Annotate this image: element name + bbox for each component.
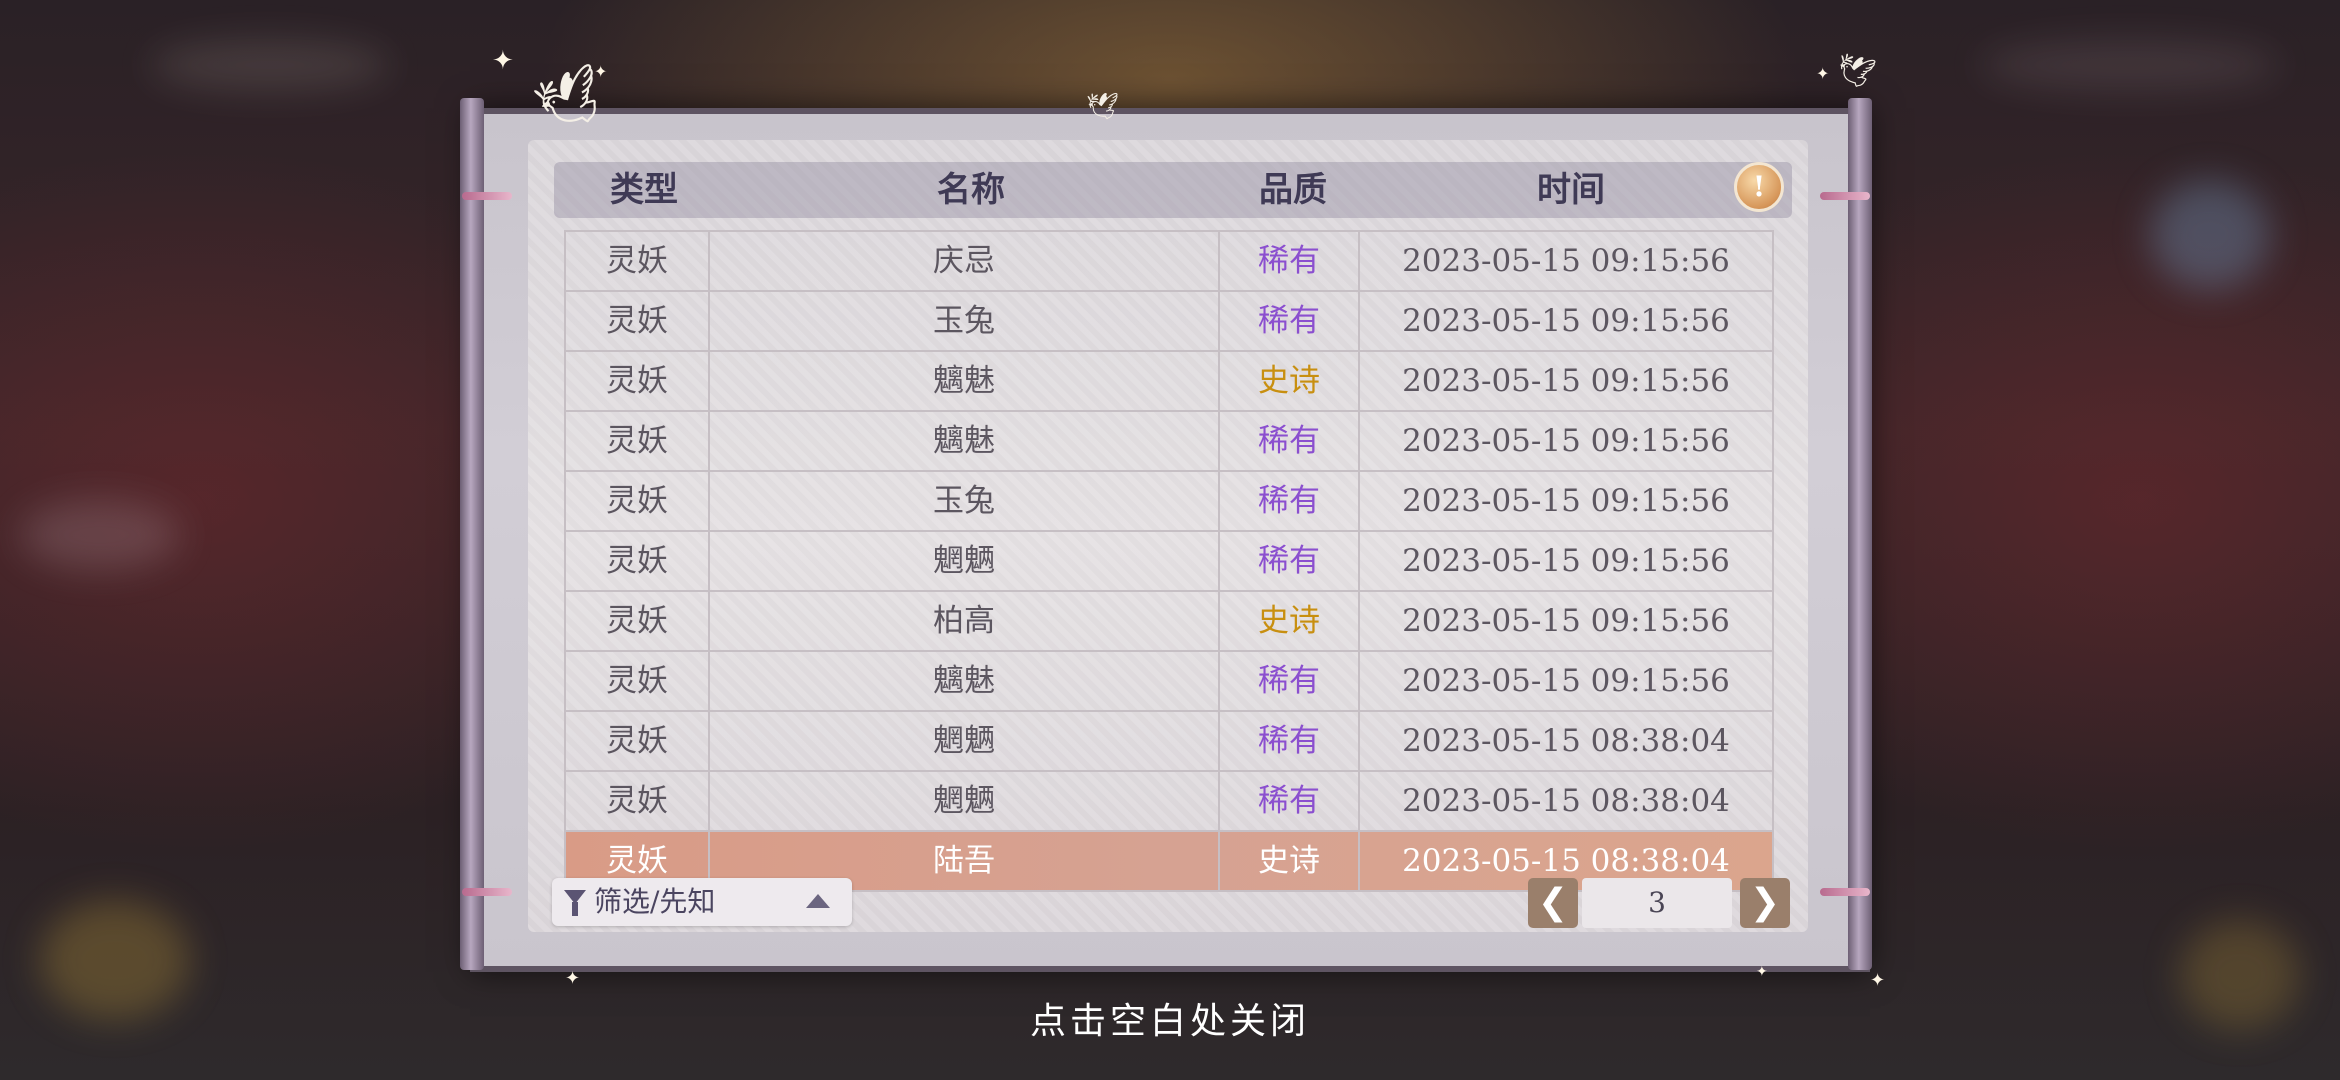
filter-icon (572, 902, 578, 916)
cell-type: 灵妖 (564, 352, 708, 410)
header-name: 名称 (937, 170, 1005, 210)
table-row[interactable]: 灵妖 魑魅 史诗 2023-05-15 09:15:56 (564, 352, 1774, 412)
info-button[interactable]: ! (1734, 162, 1784, 212)
background-blur (150, 40, 390, 90)
cell-quality: 史诗 (1218, 352, 1358, 410)
close-hint[interactable]: 点击空白处关闭 (0, 992, 2340, 1044)
sparkle-icon: ✦ (1870, 970, 1886, 991)
cell-time: 2023-05-15 09:15:56 (1358, 532, 1774, 590)
cell-name: 魑魅 (708, 352, 1218, 410)
scroll-rod-right (1848, 98, 1872, 970)
table-row[interactable]: 灵妖 魍魉 稀有 2023-05-15 09:15:56 (564, 532, 1774, 592)
cell-type: 灵妖 (564, 292, 708, 350)
cell-time: 2023-05-15 08:38:04 (1358, 712, 1774, 770)
prev-page-button[interactable]: ❮ (1528, 878, 1578, 928)
cell-name: 魑魅 (708, 652, 1218, 710)
cell-time: 2023-05-15 09:15:56 (1358, 652, 1774, 710)
cell-type: 灵妖 (564, 772, 708, 830)
table-row[interactable]: 灵妖 庆忌 稀有 2023-05-15 09:15:56 (564, 230, 1774, 292)
table-row[interactable]: 灵妖 魑魅 稀有 2023-05-15 09:15:56 (564, 412, 1774, 472)
cell-quality: 稀有 (1218, 232, 1358, 290)
cell-quality: 稀有 (1218, 472, 1358, 530)
scroll-pin (462, 888, 512, 896)
cell-time: 2023-05-15 08:38:04 (1358, 772, 1774, 830)
cell-type: 灵妖 (564, 592, 708, 650)
cell-type: 灵妖 (564, 652, 708, 710)
table-row[interactable]: 灵妖 柏高 史诗 2023-05-15 09:15:56 (564, 592, 1774, 652)
cell-time: 2023-05-15 09:15:56 (1358, 352, 1774, 410)
cell-quality: 稀有 (1218, 292, 1358, 350)
info-icon: ! (1752, 170, 1766, 203)
page-number: 3 (1582, 878, 1732, 928)
cell-quality: 稀有 (1218, 532, 1358, 590)
cell-name: 庆忌 (708, 232, 1218, 290)
next-page-button[interactable]: ❯ (1740, 878, 1790, 928)
cell-quality: 史诗 (1218, 592, 1358, 650)
swallow-bird-icon: 🕊 (1086, 92, 1120, 122)
background-blur (2150, 180, 2270, 290)
filter-label: 筛选/先知 (594, 885, 716, 918)
header-time: 时间 (1537, 170, 1605, 210)
cell-type: 灵妖 (564, 412, 708, 470)
table-row[interactable]: 灵妖 玉兔 稀有 2023-05-15 09:15:56 (564, 292, 1774, 352)
sparkle-icon: ✦ (1816, 64, 1830, 83)
filter-dropdown[interactable]: 筛选/先知 (552, 878, 852, 926)
table-row[interactable]: 灵妖 玉兔 稀有 2023-05-15 09:15:56 (564, 472, 1774, 532)
cell-quality: 稀有 (1218, 712, 1358, 770)
scroll-pin (462, 192, 512, 200)
cell-name: 魍魉 (708, 712, 1218, 770)
table-row[interactable]: 灵妖 魍魉 稀有 2023-05-15 08:38:04 (564, 772, 1774, 832)
chevron-up-icon (806, 894, 830, 908)
cell-time: 2023-05-15 09:15:56 (1358, 292, 1774, 350)
cell-quality: 史诗 (1218, 832, 1358, 890)
header-type: 类型 (610, 170, 678, 210)
cell-name: 魑魅 (708, 412, 1218, 470)
sparkle-icon: ✦ (492, 46, 514, 76)
table-row[interactable]: 灵妖 魑魅 稀有 2023-05-15 09:15:56 (564, 652, 1774, 712)
header-quality: 品质 (1259, 170, 1327, 210)
cell-name: 柏高 (708, 592, 1218, 650)
scroll-rod-left (460, 98, 484, 970)
cell-time: 2023-05-15 09:15:56 (1358, 592, 1774, 650)
scroll-pin (1820, 888, 1870, 896)
cell-name: 玉兔 (708, 292, 1218, 350)
table-row[interactable]: 灵妖 魍魉 稀有 2023-05-15 08:38:04 (564, 712, 1774, 772)
record-table: 灵妖 庆忌 稀有 2023-05-15 09:15:56 灵妖 玉兔 稀有 20… (564, 230, 1774, 892)
cell-quality: 稀有 (1218, 772, 1358, 830)
cell-type: 灵妖 (564, 712, 708, 770)
cell-type: 灵妖 (564, 472, 708, 530)
cell-quality: 稀有 (1218, 652, 1358, 710)
cell-name: 魍魉 (708, 772, 1218, 830)
cell-quality: 稀有 (1218, 412, 1358, 470)
sparkle-icon: ✦ (565, 968, 581, 989)
cell-time: 2023-05-15 09:15:56 (1358, 232, 1774, 290)
cell-name: 魍魉 (708, 532, 1218, 590)
chevron-left-icon: ❮ (1537, 882, 1569, 923)
background-blur (1980, 40, 2280, 90)
cell-name: 玉兔 (708, 472, 1218, 530)
cell-time: 2023-05-15 09:15:56 (1358, 412, 1774, 470)
scroll-pin (1820, 192, 1870, 200)
swallow-bird-icon: 🕊 (1832, 49, 1878, 94)
background-blur (20, 500, 180, 570)
chevron-right-icon: ❯ (1749, 882, 1781, 923)
cell-time: 2023-05-15 09:15:56 (1358, 472, 1774, 530)
cell-type: 灵妖 (564, 232, 708, 290)
cell-type: 灵妖 (564, 532, 708, 590)
sparkle-icon: ✦ (1756, 964, 1768, 980)
